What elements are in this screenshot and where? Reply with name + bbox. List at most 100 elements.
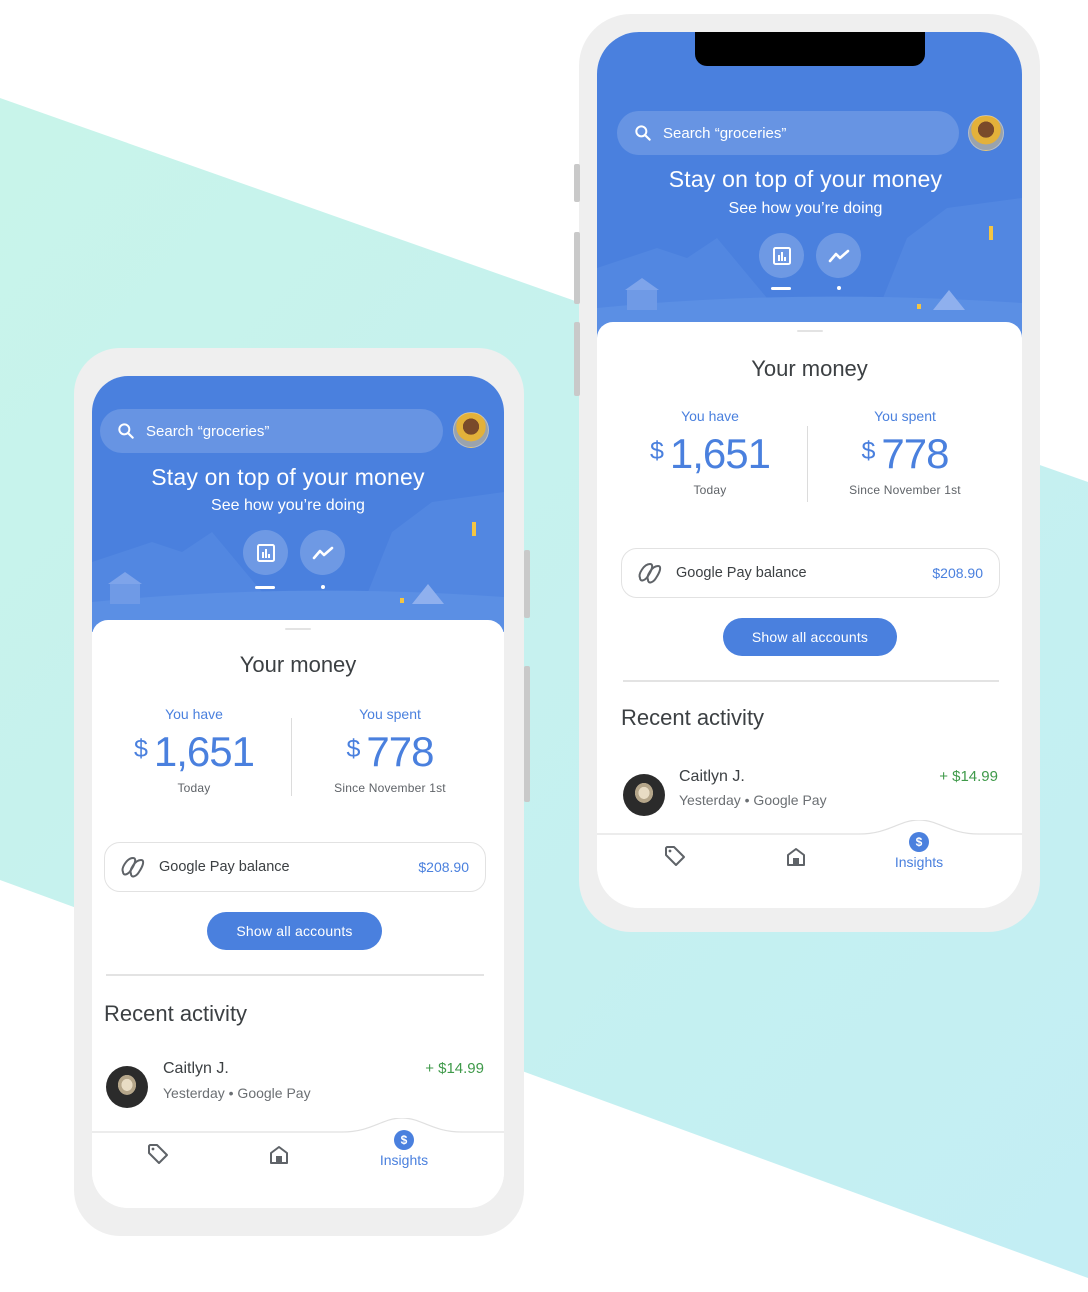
- amount-value: 778: [366, 728, 434, 775]
- section-divider: [623, 680, 999, 682]
- amount-value: 1,651: [153, 728, 255, 775]
- search-icon: [118, 423, 134, 439]
- bar-chart-button[interactable]: [243, 530, 288, 575]
- you-spent-label: You spent: [874, 408, 936, 424]
- phone-notch: [695, 32, 925, 66]
- sheet-handle[interactable]: [285, 628, 311, 630]
- pager-indicator-active: [255, 586, 275, 589]
- hero-title: Stay on top of your money: [151, 464, 425, 490]
- nav-tab-deals[interactable]: [663, 844, 687, 868]
- bar-chart-icon: [772, 246, 791, 265]
- recent-activity-title: Recent activity: [104, 1001, 248, 1026]
- you-spent-stat: You spent $778 Since November 1st: [295, 706, 485, 795]
- hero-subtitle: See how you’re doing: [211, 497, 365, 514]
- amount-value: 778: [881, 430, 949, 477]
- hero-banner: Search “groceries” Stay on top of your m…: [92, 376, 504, 632]
- hero-banner: Search “groceries” Stay on top of your m…: [597, 32, 1022, 338]
- activity-meta: Yesterday • Google Pay: [163, 1085, 311, 1101]
- google-pay-icon: [638, 562, 662, 584]
- you-have-label: You have: [165, 706, 223, 722]
- hero-subtitle: See how you’re doing: [728, 200, 883, 217]
- dollar-icon: $: [394, 1130, 414, 1150]
- amount-value: 1,651: [669, 430, 771, 477]
- activity-name: Caitlyn J.: [679, 768, 745, 785]
- activity-item[interactable]: Caitlyn J. Yesterday • Google Pay + $14.…: [92, 1060, 504, 1120]
- profile-avatar[interactable]: [453, 412, 489, 448]
- phone-left: Search “groceries” Stay on top of your m…: [74, 348, 530, 1236]
- you-have-stat: You have $1,651 Today: [615, 408, 805, 497]
- google-pay-amount: $208.90: [932, 565, 983, 581]
- phone-side-button: [574, 164, 580, 202]
- show-all-accounts-button[interactable]: Show all accounts: [723, 618, 897, 656]
- phone-right: Search “groceries” Stay on top of your m…: [574, 14, 1040, 932]
- activity-avatar: [106, 1066, 148, 1108]
- home-icon: [270, 1146, 288, 1164]
- activity-amount: + $14.99: [425, 1060, 484, 1077]
- nav-label-insights: Insights: [894, 854, 944, 870]
- tag-icon: [148, 1144, 168, 1164]
- show-all-accounts-button[interactable]: Show all accounts: [207, 912, 382, 950]
- activity-item[interactable]: Caitlyn J. Yesterday • Google Pay + $14.…: [597, 766, 1022, 826]
- google-pay-amount: $208.90: [418, 859, 469, 875]
- bottom-navigation: $ Insights: [92, 1118, 504, 1202]
- trending-line-icon: [312, 546, 333, 559]
- you-have-label: You have: [681, 408, 739, 424]
- you-spent-label: You spent: [359, 706, 421, 722]
- nav-tab-home[interactable]: [785, 846, 807, 868]
- google-pay-label: Google Pay balance: [159, 859, 290, 875]
- home-icon: [787, 848, 805, 866]
- recent-activity-title: Recent activity: [621, 705, 765, 730]
- you-spent-amount: $778: [810, 428, 1000, 477]
- sheet-handle[interactable]: [796, 330, 823, 332]
- bottom-navigation: $ Insights: [597, 820, 1022, 904]
- nav-tab-insights[interactable]: $ Insights: [889, 832, 949, 870]
- search-placeholder: Search “groceries”: [146, 422, 270, 440]
- currency-symbol: $: [133, 735, 148, 763]
- nav-tab-home[interactable]: [268, 1144, 290, 1166]
- you-have-caption: Today: [177, 781, 211, 795]
- trending-line-icon: [828, 249, 849, 262]
- stat-divider: [291, 718, 292, 796]
- activity-meta: Yesterday • Google Pay: [679, 792, 827, 808]
- app-screen: Search “groceries” Stay on top of your m…: [597, 32, 1022, 908]
- nav-divider-curve: [92, 1118, 504, 1133]
- bar-chart-button[interactable]: [759, 233, 804, 278]
- activity-avatar: [623, 774, 665, 816]
- profile-avatar[interactable]: [968, 115, 1004, 151]
- money-sheet: Your money You have $1,651 Today You spe…: [92, 620, 504, 1208]
- stat-divider: [807, 426, 808, 502]
- pager-indicator-active: [771, 287, 791, 290]
- phone-side-button: [574, 232, 580, 304]
- activity-amount: + $14.99: [939, 768, 998, 785]
- trend-line-button[interactable]: [300, 530, 345, 575]
- your-money-title: Your money: [239, 652, 357, 677]
- landscape-illustration: [597, 198, 1022, 338]
- trend-line-button[interactable]: [816, 233, 861, 278]
- pager-indicator-dot: [837, 286, 841, 290]
- phone-side-button: [574, 322, 580, 396]
- currency-symbol: $: [861, 437, 876, 465]
- search-icon: [635, 125, 651, 141]
- google-pay-balance-card[interactable]: Google Pay balance $208.90: [104, 842, 486, 892]
- search-placeholder: Search “groceries”: [663, 124, 787, 142]
- nav-tab-deals[interactable]: [146, 1142, 170, 1166]
- search-bar[interactable]: Search “groceries”: [100, 409, 443, 453]
- nav-tab-insights[interactable]: $ Insights: [374, 1130, 434, 1168]
- search-bar[interactable]: Search “groceries”: [617, 111, 959, 155]
- nav-label-insights: Insights: [379, 1152, 429, 1168]
- phone-side-button: [524, 666, 530, 802]
- google-pay-label: Google Pay balance: [676, 565, 807, 581]
- currency-symbol: $: [346, 735, 361, 763]
- activity-name: Caitlyn J.: [163, 1060, 229, 1077]
- you-spent-caption: Since November 1st: [334, 781, 446, 795]
- you-spent-caption: Since November 1st: [849, 483, 961, 497]
- section-divider: [106, 974, 484, 976]
- currency-symbol: $: [649, 437, 664, 465]
- you-spent-amount: $778: [295, 726, 485, 775]
- hero-title: Stay on top of your money: [668, 166, 943, 192]
- bar-chart-icon: [256, 543, 275, 562]
- google-pay-icon: [121, 856, 145, 878]
- nav-divider-curve: [597, 820, 1022, 835]
- google-pay-balance-card[interactable]: Google Pay balance $208.90: [621, 548, 1000, 598]
- app-screen: Search “groceries” Stay on top of your m…: [92, 376, 504, 1208]
